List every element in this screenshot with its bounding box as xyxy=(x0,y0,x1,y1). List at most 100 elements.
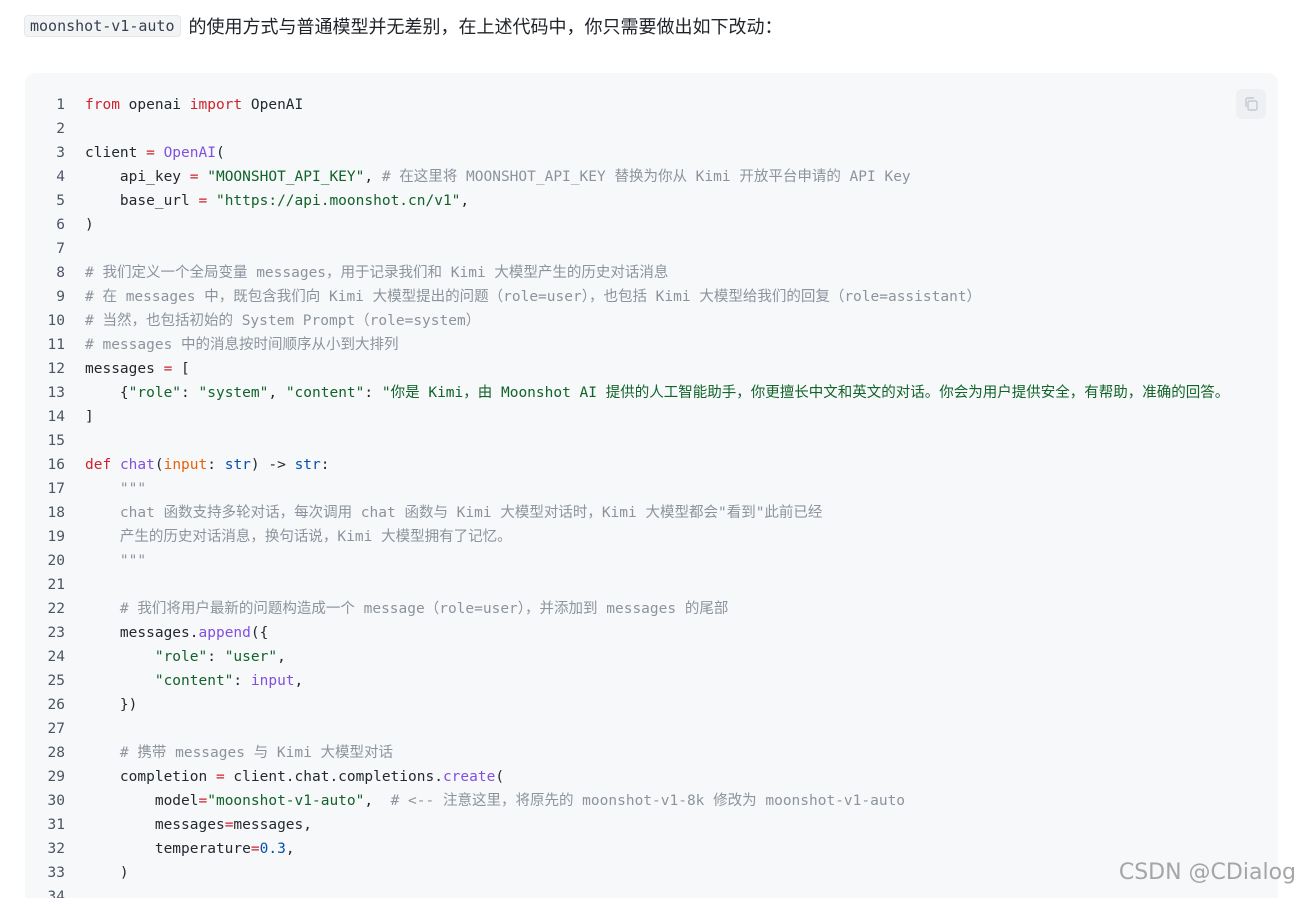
code-text: 产生的历史对话消息，换句话说，Kimi 大模型拥有了记忆。 xyxy=(85,529,512,545)
code-token: : xyxy=(207,649,225,665)
line-number: 4 xyxy=(56,169,65,185)
code-line: 34 xyxy=(25,885,1278,898)
line-number: 2 xyxy=(56,121,65,137)
code-token: completion xyxy=(85,769,216,785)
code-text: """ xyxy=(85,553,146,569)
code-line: 30 model="moonshot-v1-auto", # <-- 注意这里，… xyxy=(25,789,1278,813)
line-number: 20 xyxy=(47,553,65,569)
code-token: "content" xyxy=(285,385,365,401)
code-token: messages xyxy=(85,361,164,377)
code-token: , xyxy=(460,193,470,209)
code-lines: 1 from openai import OpenAI 2 3 client = Ope… xyxy=(25,93,1278,898)
code-token: """ xyxy=(85,481,147,497)
code-text: # 我们定义一个全局变量 messages，用于记录我们和 Kimi 大模型产生… xyxy=(85,265,668,281)
code-token: OpenAI xyxy=(163,145,216,161)
line-number: 26 xyxy=(47,697,65,713)
code-token: "role" xyxy=(154,649,208,665)
intro-text: 的使用方式与普通模型并无差别，在上述代码中，你只需要做出如下改动： xyxy=(188,17,783,38)
code-text: messages=messages, xyxy=(85,817,312,833)
code-text: # 我们将用户最新的问题构造成一个 message（role=user），并添加… xyxy=(85,601,728,617)
code-line: 19 产生的历史对话消息，换句话说，Kimi 大模型拥有了记忆。 xyxy=(25,525,1278,549)
code-line: 4 api_key = "MOONSHOT_API_KEY", # 在这里将 M… xyxy=(25,165,1278,189)
code-token: model xyxy=(85,793,199,809)
code-token: = xyxy=(250,841,260,857)
code-token: "content" xyxy=(154,673,234,689)
line-number: 17 xyxy=(47,481,65,497)
code-line: 20 """ xyxy=(25,549,1278,573)
code-token: { xyxy=(85,385,129,401)
code-line: 17 """ xyxy=(25,477,1278,501)
code-text: # 当然，也包括初始的 System Prompt（role=system） xyxy=(85,313,480,329)
line-number: 31 xyxy=(47,817,65,833)
code-text: api_key = "MOONSHOT_API_KEY", # 在这里将 MOO… xyxy=(85,169,911,185)
code-text: "role": "user", xyxy=(85,649,286,665)
line-number: 10 xyxy=(47,313,65,329)
code-line: 27 xyxy=(25,717,1278,741)
code-line: 24 "role": "user", xyxy=(25,645,1278,669)
code-token: "https://api.moonshot.cn/v1" xyxy=(215,193,461,209)
code-line: 12 messages = [ xyxy=(25,357,1278,381)
code-line: 32 temperature=0.3, xyxy=(25,837,1278,861)
code-token: , xyxy=(364,169,382,185)
code-token: "role" xyxy=(128,385,182,401)
code-text: def chat(input: str) -> str: xyxy=(85,457,330,473)
code-line: 22 # 我们将用户最新的问题构造成一个 message（role=user），… xyxy=(25,597,1278,621)
code-token: : xyxy=(233,673,251,689)
code-line: 29 completion = client.chat.completions.… xyxy=(25,765,1278,789)
code-token: }) xyxy=(85,697,138,713)
code-token: input xyxy=(250,673,295,689)
line-number: 12 xyxy=(47,361,65,377)
code-line: 11 # messages 中的消息按时间顺序从小到大排列 xyxy=(25,333,1278,357)
code-text: ] xyxy=(85,409,94,425)
code-text: # 在 messages 中，既包含我们向 Kimi 大模型提出的问题（role… xyxy=(85,289,981,305)
code-token: = xyxy=(146,145,155,161)
code-token: import xyxy=(189,97,243,113)
code-token: = xyxy=(189,169,199,185)
code-token: from xyxy=(85,97,120,113)
code-line: 16 def chat(input: str) -> str: xyxy=(25,453,1278,477)
code-token: 产生的历史对话消息，换句话说，Kimi 大模型拥有了记忆。 xyxy=(85,529,512,545)
code-text: base_url = "https://api.moonshot.cn/v1", xyxy=(85,193,469,209)
line-number: 22 xyxy=(47,601,65,617)
code-line: 14] xyxy=(25,405,1278,429)
code-token: = xyxy=(198,193,208,209)
code-line: 1 from openai import OpenAI xyxy=(25,93,1278,117)
code-token: client xyxy=(85,145,147,161)
code-text: # 携带 messages 与 Kimi 大模型对话 xyxy=(85,745,393,761)
code-token: ( xyxy=(495,769,505,785)
code-token: "user" xyxy=(224,649,278,665)
code-line: 15 xyxy=(25,429,1278,453)
code-line: 9 # 在 messages 中，既包含我们向 Kimi 大模型提出的问题（rol… xyxy=(25,285,1278,309)
code-token: openai xyxy=(119,97,190,113)
code-token: str xyxy=(294,457,321,473)
code-token: "moonshot-v1-auto" xyxy=(207,793,365,809)
line-number: 24 xyxy=(47,649,65,665)
code-token: client.chat.completions. xyxy=(224,769,443,785)
code-text: from openai import OpenAI xyxy=(85,97,303,113)
code-text: """ xyxy=(85,481,146,497)
code-token: # 当然，也包括初始的 System Prompt（role=system） xyxy=(85,313,481,329)
code-token: create xyxy=(442,769,496,785)
code-text: messages.append({ xyxy=(85,625,268,641)
code-line: 18 chat 函数支持多轮对话，每次调用 chat 函数与 Kimi 大模型对… xyxy=(25,501,1278,525)
code-token: = xyxy=(215,769,225,785)
code-line: 7 xyxy=(25,237,1278,261)
code-token: [ xyxy=(172,361,190,377)
code-token: # 我们将用户最新的问题构造成一个 message（role=user），并添加… xyxy=(85,601,729,617)
code-line: 8 # 我们定义一个全局变量 messages，用于记录我们和 Kimi 大模型产… xyxy=(25,261,1278,285)
code-token: # 携带 messages 与 Kimi 大模型对话 xyxy=(85,745,394,761)
line-number: 16 xyxy=(47,457,65,473)
line-number: 8 xyxy=(56,265,65,281)
code-token: "你是 Kimi，由 Moonshot AI 提供的人工智能助手，你更擅长中文和… xyxy=(381,385,1230,401)
code-token: : xyxy=(364,385,382,401)
code-line: 5 base_url = "https://api.moonshot.cn/v1… xyxy=(25,189,1278,213)
code-token: messages, xyxy=(233,817,312,833)
code-token: : xyxy=(207,457,225,473)
watermark: CSDN @CDialog xyxy=(1118,860,1296,885)
line-number: 18 xyxy=(47,505,65,521)
code-token: # 我们定义一个全局变量 messages，用于记录我们和 Kimi 大模型产生… xyxy=(85,265,669,281)
code-token: str xyxy=(224,457,251,473)
